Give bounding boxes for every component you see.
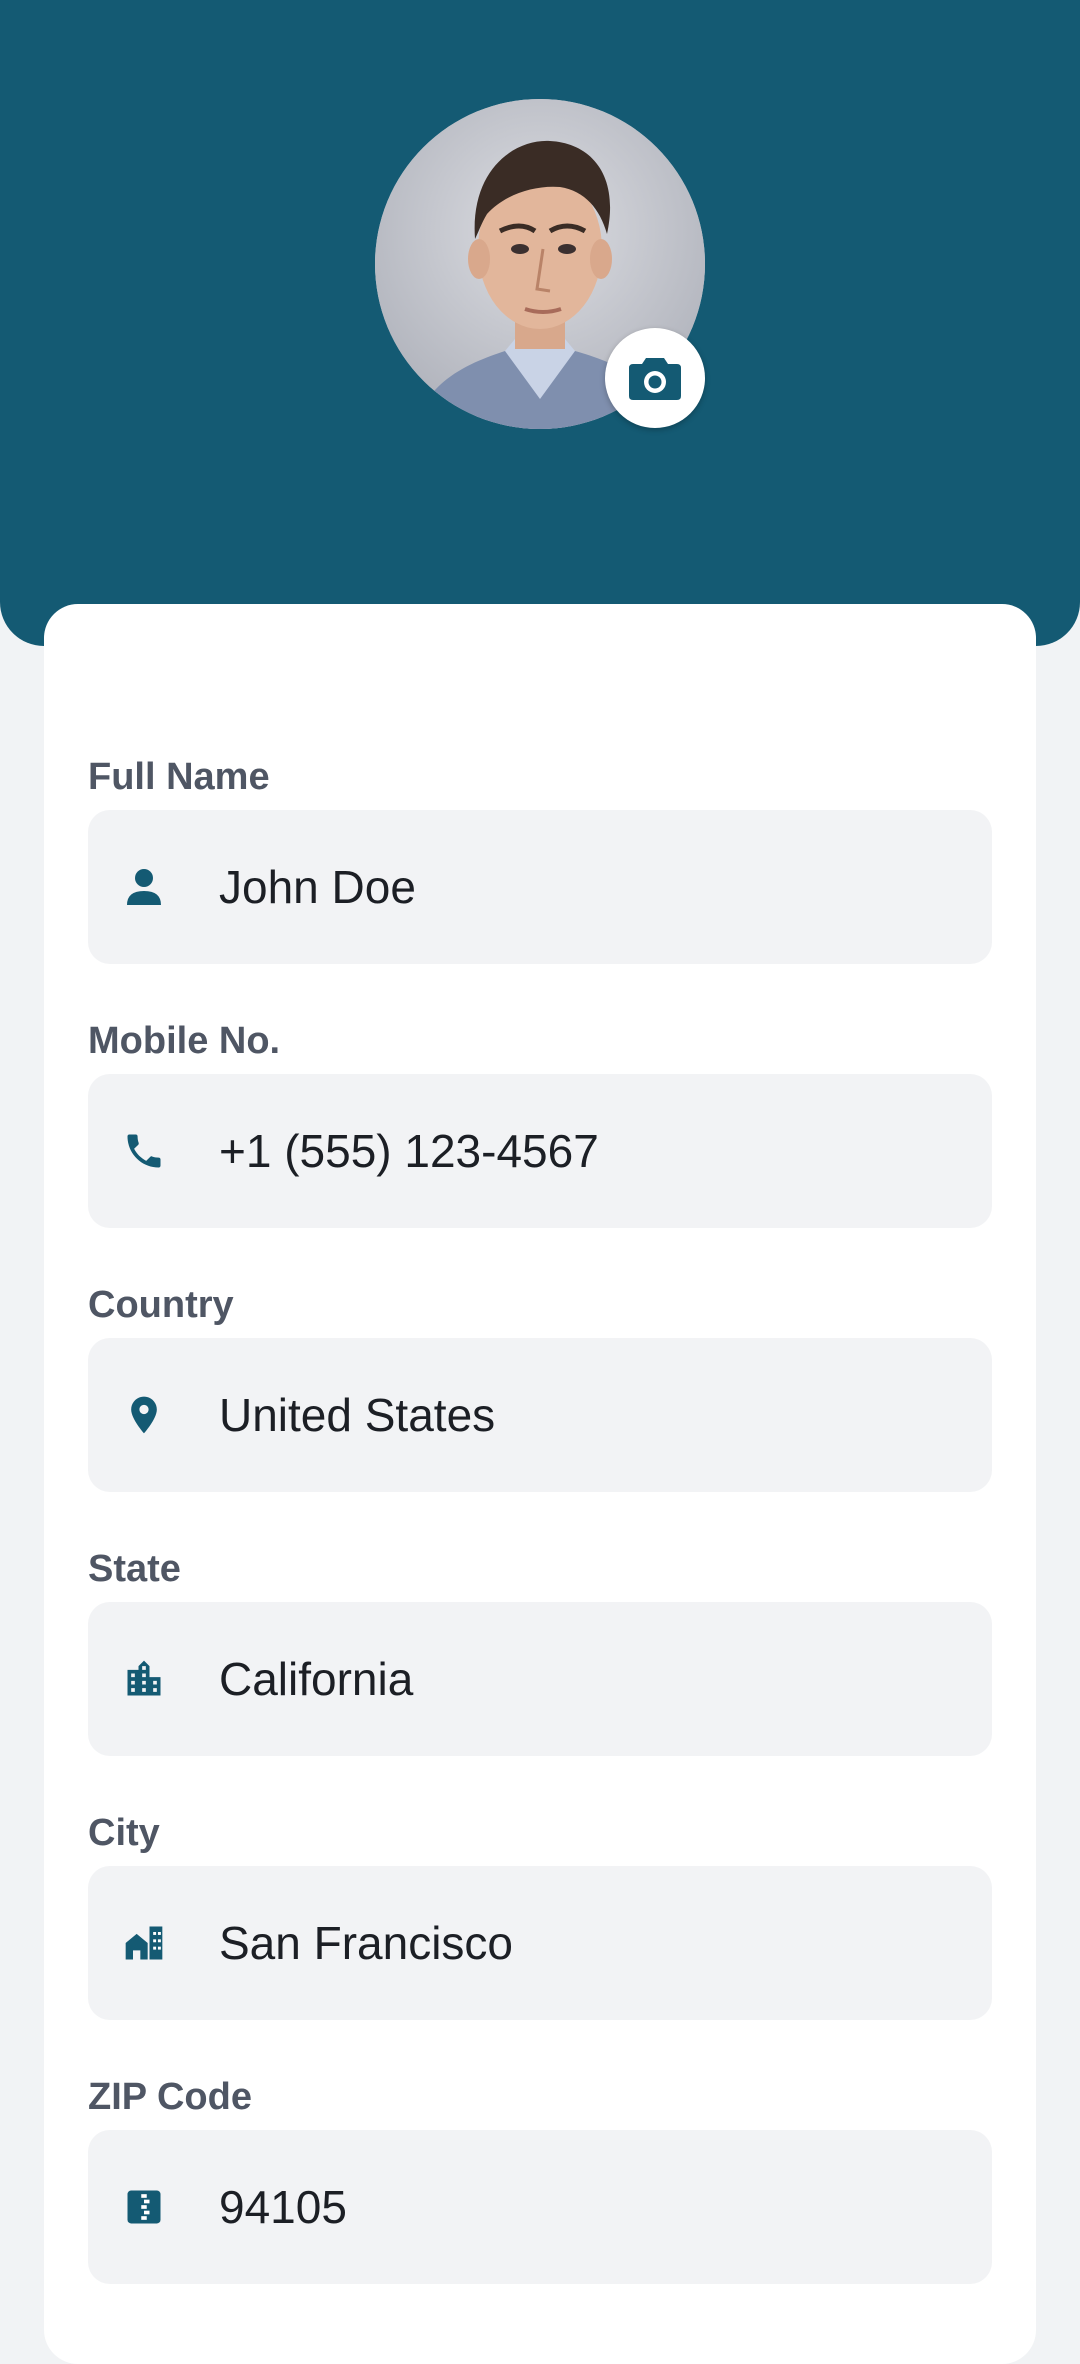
mobile-input[interactable]: +1 (555) 123-4567	[88, 1074, 992, 1228]
camera-icon	[629, 358, 681, 400]
state-select[interactable]: California	[88, 1602, 992, 1756]
phone-icon	[122, 1129, 166, 1173]
field-value: San Francisco	[219, 1917, 514, 1969]
field-label: Mobile No.	[88, 1020, 281, 1062]
field-value: California	[219, 1653, 414, 1705]
field-label: Full Name	[88, 756, 270, 798]
change-photo-button[interactable]	[605, 328, 705, 428]
profile-header	[0, 0, 1080, 646]
city-icon	[122, 1657, 166, 1701]
field-value: John Doe	[219, 861, 416, 913]
profile-form-card: Full Name John Doe Mobile No. +1 (555) 1…	[44, 604, 1036, 2364]
field-label: City	[88, 1812, 160, 1854]
city-input[interactable]: San Francisco	[88, 1866, 992, 2020]
field-label: State	[88, 1548, 181, 1590]
full-name-input[interactable]: John Doe	[88, 810, 992, 964]
field-value: 94105	[219, 2181, 347, 2233]
field-label: Country	[88, 1284, 234, 1326]
buildings-icon	[122, 1921, 166, 1965]
field-value: +1 (555) 123-4567	[219, 1125, 599, 1177]
zip-code-input[interactable]: 94105	[88, 2130, 992, 2284]
location-pin-icon	[122, 1393, 166, 1437]
avatar-container	[375, 99, 705, 429]
field-label: ZIP Code	[88, 2076, 252, 2118]
person-icon	[122, 865, 166, 909]
country-select[interactable]: United States	[88, 1338, 992, 1492]
zip-code-icon	[122, 2185, 166, 2229]
field-value: United States	[219, 1389, 496, 1441]
